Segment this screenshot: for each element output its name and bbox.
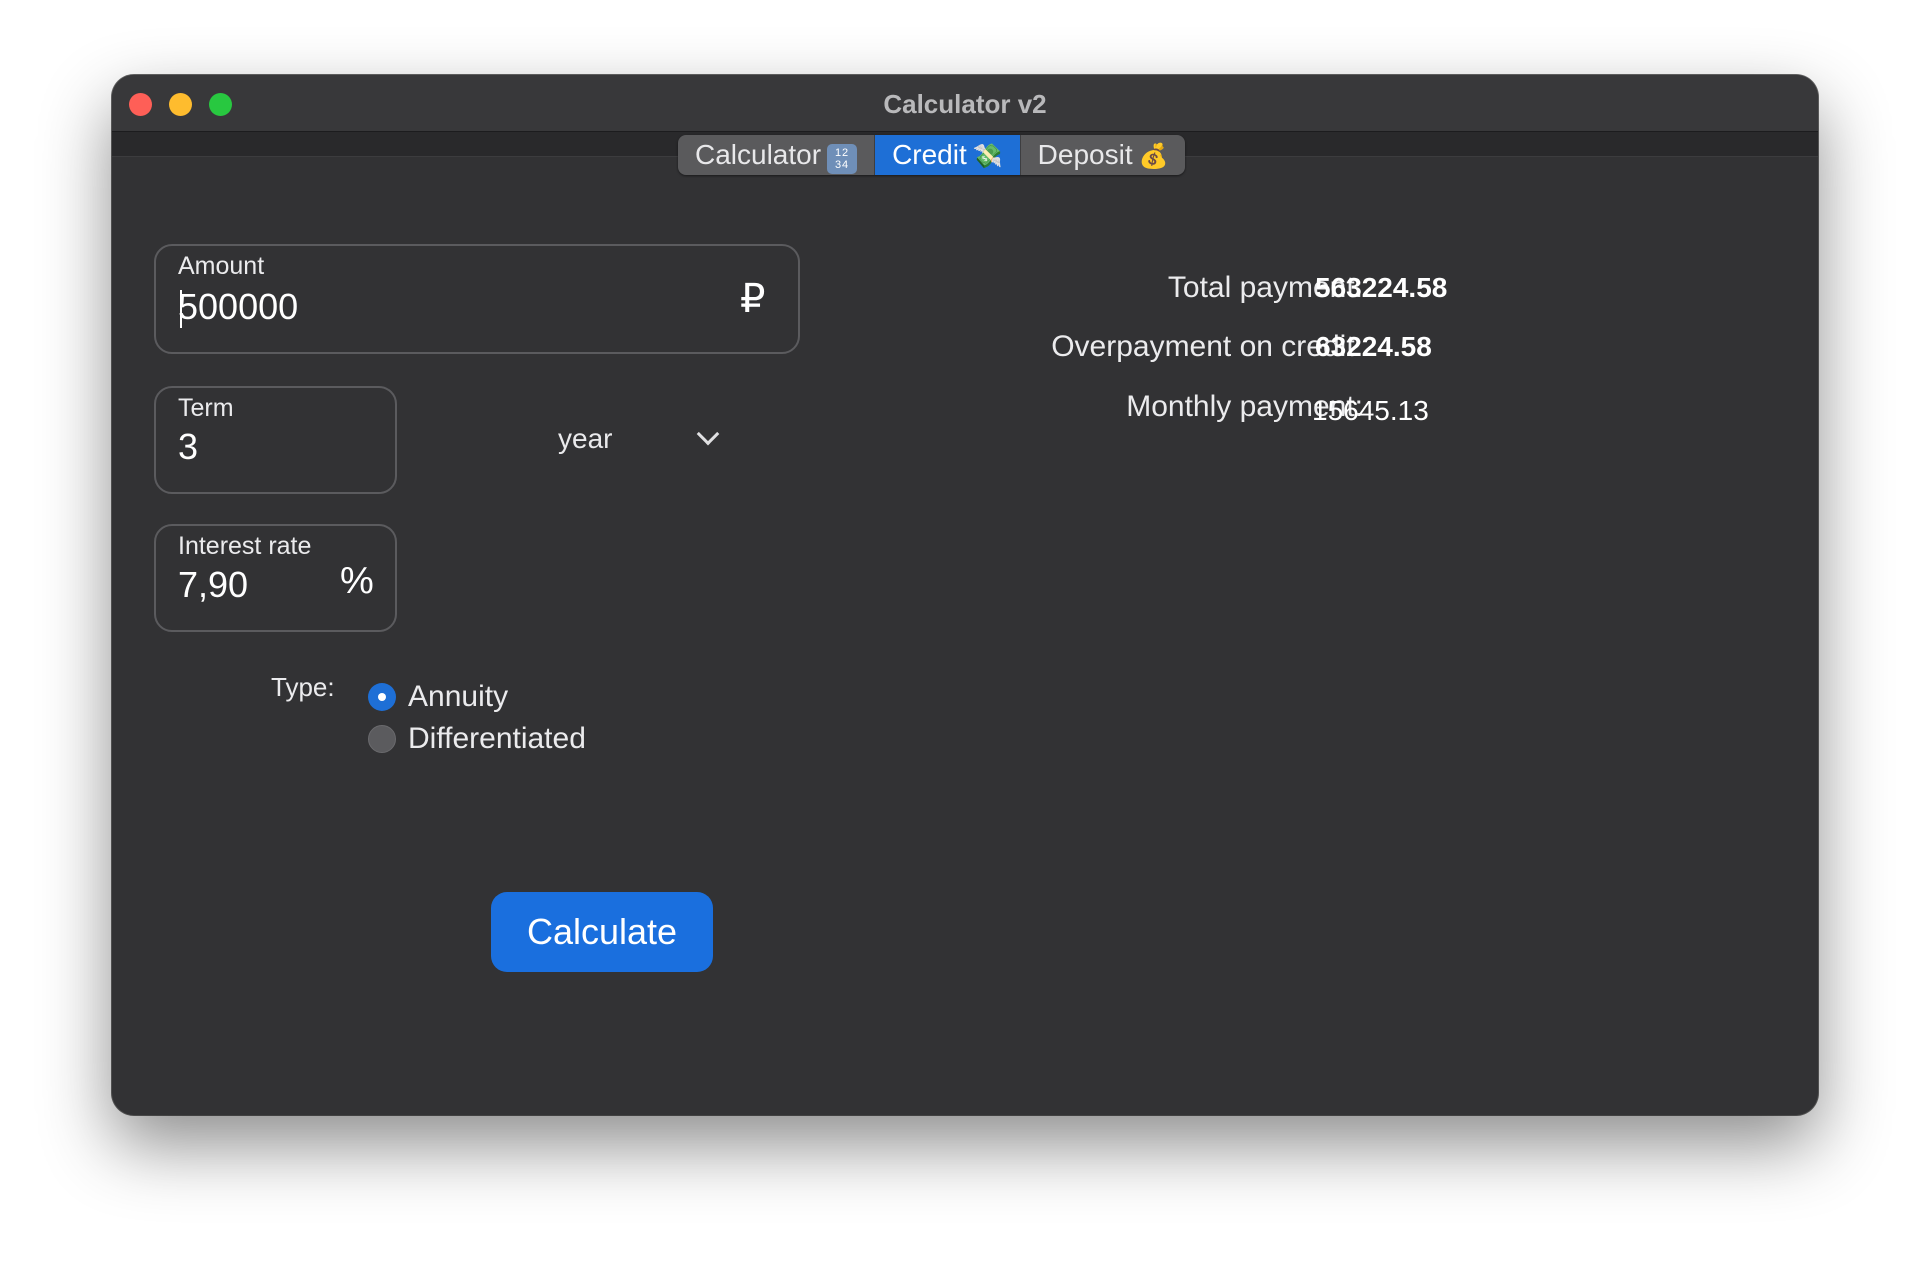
calculate-button[interactable]: Calculate <box>491 892 713 972</box>
term-unit-select[interactable]: year <box>558 418 728 462</box>
term-input[interactable]: 3 <box>178 426 198 468</box>
amount-label: Amount <box>178 252 265 280</box>
total-payment-value: 563224.58 <box>1315 272 1448 303</box>
input-numbers-icon: 12 34 <box>827 144 858 174</box>
type-label: Type: <box>271 672 335 702</box>
app-window: Calculator v2 Calculator 12 34 Credit 💸 Dep… <box>112 75 1818 1115</box>
ruble-currency-sign: ₽ <box>740 277 766 321</box>
results-labels: Total payment: Overpayment on credit: Mo… <box>912 75 1363 575</box>
chevron-down-icon <box>696 422 720 446</box>
term-unit-value: year <box>558 423 613 454</box>
tab-calculator[interactable]: Calculator 12 34 <box>678 135 876 175</box>
interest-rate-field[interactable]: Interest rate 7,90 % <box>154 524 397 632</box>
radio-button-unselected[interactable] <box>368 725 396 753</box>
percent-sign: % <box>340 560 374 602</box>
radio-button-selected[interactable] <box>368 683 396 711</box>
radio-differentiated-label: Differentiated <box>408 722 586 755</box>
term-label: Term <box>178 394 234 422</box>
overpayment-value: 63224.58 <box>1315 331 1432 362</box>
radio-annuity-label: Annuity <box>408 680 509 713</box>
term-field[interactable]: Term 3 <box>154 386 397 494</box>
tab-calculator-label: Calculator <box>695 139 822 170</box>
amount-input[interactable]: 500000 <box>178 286 298 328</box>
radio-annuity[interactable]: Annuity <box>368 679 508 715</box>
monthly-payment-value: 15645.13 <box>1312 395 1429 426</box>
radio-differentiated[interactable]: Differentiated <box>368 721 586 757</box>
amount-field[interactable]: Amount 500000 ₽ <box>154 244 800 354</box>
interest-rate-label: Interest rate <box>178 532 312 560</box>
interest-rate-input[interactable]: 7,90 <box>178 564 248 606</box>
